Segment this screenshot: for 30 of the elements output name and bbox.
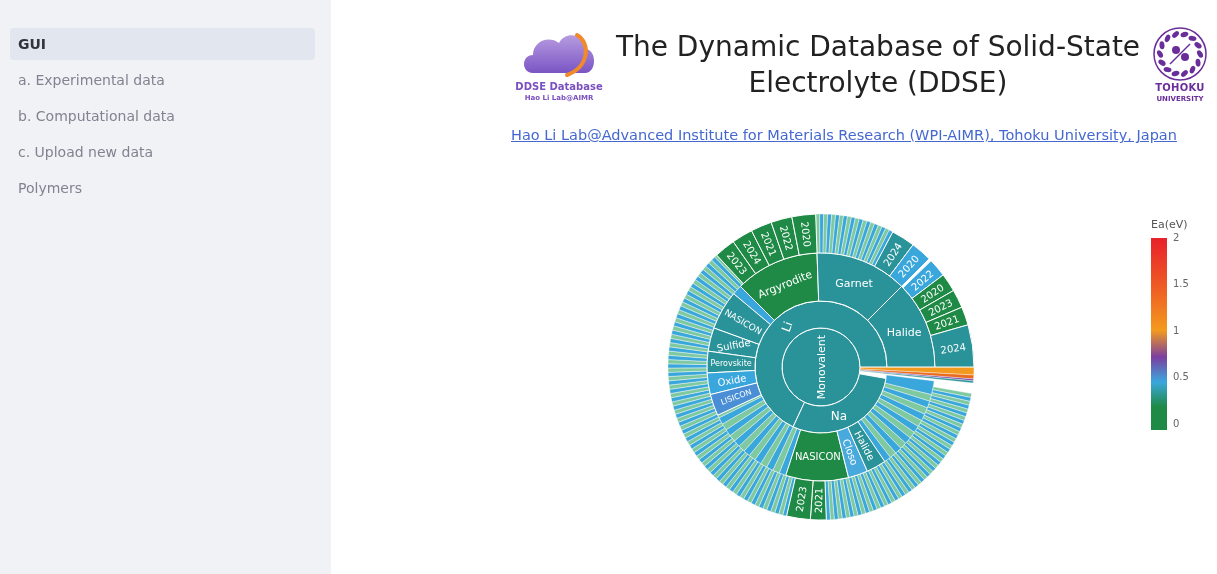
segment-label: 2020 (799, 221, 813, 248)
segment-label: Oxide (716, 372, 748, 389)
logo-title: DDSE Database (515, 81, 603, 94)
lab-link[interactable]: Hao Li Lab@Advanced Institute for Materials Research (WPI-AIMR), Tohoku University, Japan (511, 125, 1177, 147)
sidebar-item[interactable]: c. Upload new data (10, 136, 315, 168)
segment-label: Sulfide (715, 336, 752, 354)
sidebar-item[interactable]: b. Computational data (10, 100, 315, 132)
segment-label: Garnet (835, 276, 873, 290)
segment-label: Perovskite (710, 358, 752, 368)
sidebar-item[interactable]: Polymers (10, 172, 315, 204)
segment-label: 2022 (777, 224, 796, 252)
sidebar-item[interactable]: GUI (10, 28, 315, 60)
segment-label: Li (778, 319, 796, 334)
page-title: The Dynamic Database of Solid-State Electrolyte (DDSE) (614, 28, 1142, 101)
segment-label: 2023 (793, 485, 809, 513)
university-name: TOHOKU (1155, 82, 1205, 95)
segment-label: 2024 (939, 341, 967, 356)
colorbar-tick: 0.5 (1173, 371, 1189, 383)
colorbar-tick: 0 (1173, 417, 1181, 430)
segment-label: Na (830, 409, 848, 424)
colorbar-title: Ea(eV) (1151, 217, 1188, 233)
segment-label: NASICON (794, 451, 841, 463)
segment-label: 2021 (812, 487, 825, 514)
colorbar-tick: 2 (1173, 231, 1181, 244)
colorbar-tick: 1 (1173, 324, 1181, 337)
segment-label: Halide (886, 326, 922, 340)
colorbar-tick: 1.5 (1173, 278, 1189, 290)
segment-label: Monovalent (814, 334, 828, 400)
sidebar-item[interactable]: a. Experimental data (10, 64, 315, 96)
segment-label: 2021 (758, 230, 779, 258)
